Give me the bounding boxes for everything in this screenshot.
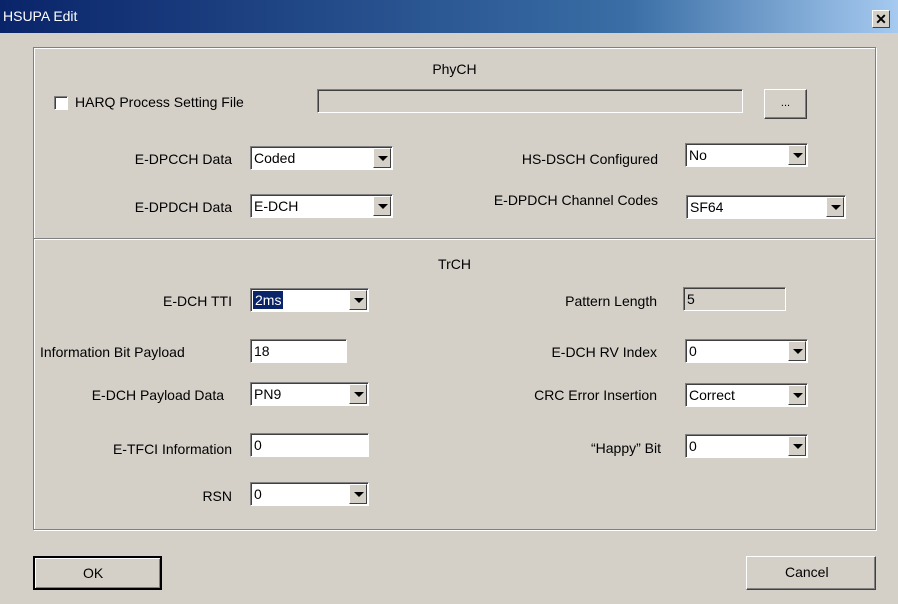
window-title: HSUPA Edit xyxy=(3,8,78,24)
ok-button[interactable]: OK xyxy=(33,556,162,590)
chevron-down-icon[interactable] xyxy=(349,290,367,310)
chevron-down-icon[interactable] xyxy=(788,145,806,165)
hsdsch-value: No xyxy=(689,147,707,163)
chevron-down-icon[interactable] xyxy=(373,148,391,168)
pattern-length-field: 5 xyxy=(683,287,786,311)
crc-label: CRC Error Insertion xyxy=(534,387,657,403)
payload-data-label: E-DCH Payload Data xyxy=(91,387,224,403)
payload-data-value: PN9 xyxy=(254,386,282,402)
chevron-down-icon[interactable] xyxy=(349,484,367,504)
chevron-down-icon[interactable] xyxy=(373,196,391,216)
codes-select[interactable]: SF64 xyxy=(686,195,846,219)
pattern-length-label: Pattern Length xyxy=(565,293,657,309)
crc-value: Correct xyxy=(689,387,735,403)
payload-data-select[interactable]: PN9 xyxy=(250,382,369,406)
phych-group-title: PhyCH xyxy=(432,61,477,77)
codes-value: SF64 xyxy=(690,199,724,215)
edpcch-select[interactable]: Coded xyxy=(250,146,393,170)
chevron-down-icon[interactable] xyxy=(788,436,806,456)
rv-index-value: 0 xyxy=(689,343,697,359)
edpdch-label: E-DPDCH Data xyxy=(134,199,232,215)
edpdch-select[interactable]: E-DCH xyxy=(250,194,393,218)
info-payload-input[interactable]: 18 xyxy=(250,339,347,363)
chevron-down-icon[interactable] xyxy=(349,384,367,404)
edpcch-value: Coded xyxy=(254,150,296,166)
edpdch-value: E-DCH xyxy=(254,198,299,214)
rsn-select[interactable]: 0 xyxy=(250,482,369,506)
hsdsch-select[interactable]: No xyxy=(685,143,808,167)
info-payload-label: Information Bit Payload xyxy=(40,344,185,360)
harq-checkbox[interactable] xyxy=(54,96,68,110)
rsn-value: 0 xyxy=(254,486,262,502)
chevron-down-icon[interactable] xyxy=(788,341,806,361)
rsn-label: RSN xyxy=(202,488,232,504)
hsdsch-label: HS-DSCH Configured xyxy=(521,151,658,167)
tti-value: 2ms xyxy=(253,291,284,309)
etfci-input[interactable]: 0 xyxy=(250,433,369,457)
harq-label: HARQ Process Setting File xyxy=(75,94,244,110)
tti-select[interactable]: 2ms xyxy=(250,288,369,312)
browse-button[interactable]: ... xyxy=(764,89,807,119)
close-button[interactable]: ✕ xyxy=(872,10,890,28)
happy-bit-value: 0 xyxy=(689,438,697,454)
rv-index-select[interactable]: 0 xyxy=(685,339,808,363)
happy-bit-select[interactable]: 0 xyxy=(685,434,808,458)
title-bar[interactable]: HSUPA Edit ✕ xyxy=(0,0,898,33)
happy-bit-label: “Happy” Bit xyxy=(590,440,661,456)
chevron-down-icon[interactable] xyxy=(826,197,844,217)
etfci-label: E-TFCI Information xyxy=(112,441,232,457)
trch-group-title: TrCH xyxy=(438,256,471,272)
rv-index-label: E-DCH RV Index xyxy=(551,344,657,360)
dialog-window: HSUPA Edit ✕ PhyCH HARQ Process Setting … xyxy=(0,0,898,604)
close-icon: ✕ xyxy=(875,11,887,27)
tti-label: E-DCH TTI xyxy=(163,293,232,309)
crc-select[interactable]: Correct xyxy=(685,383,808,407)
edpcch-label: E-DPCCH Data xyxy=(134,151,232,167)
cancel-button[interactable]: Cancel xyxy=(746,556,876,590)
codes-label: E-DPDCH Channel Codes xyxy=(493,192,658,208)
chevron-down-icon[interactable] xyxy=(788,385,806,405)
harq-file-path[interactable] xyxy=(317,89,743,113)
